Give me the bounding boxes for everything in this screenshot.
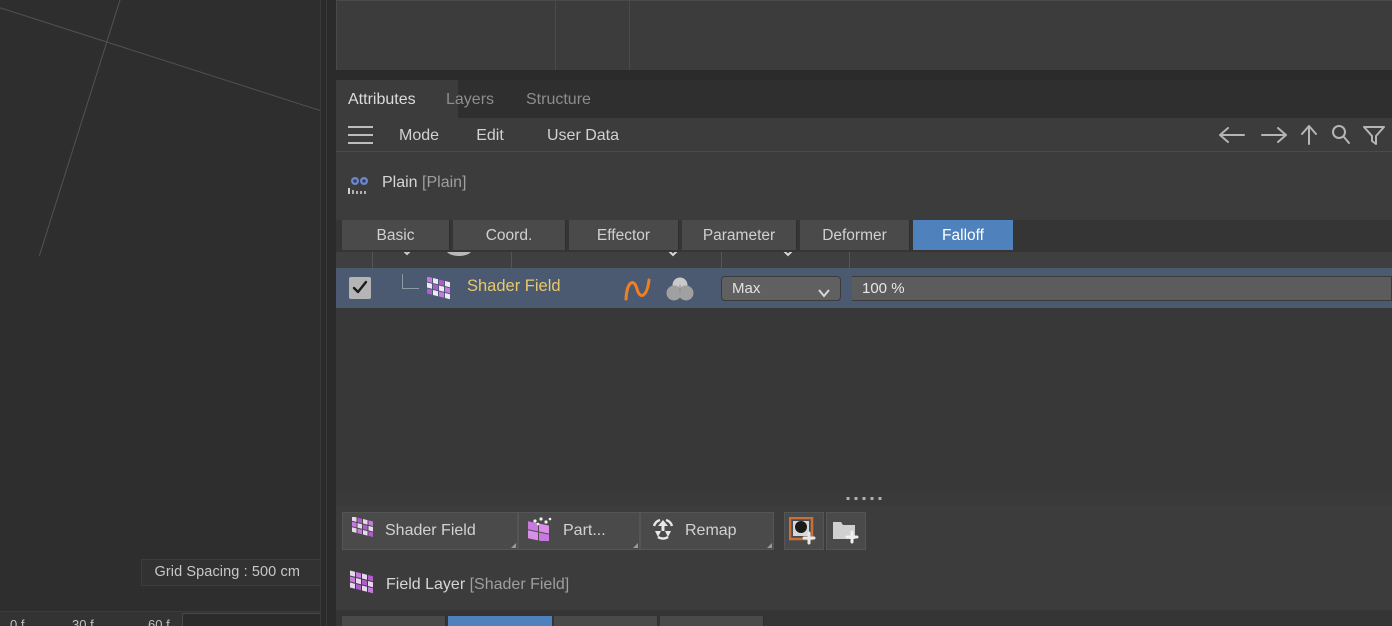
menu-edit[interactable]: Edit [462,118,518,152]
timeline-tick: 30 f [72,617,94,626]
button-label: Remap [685,522,737,539]
menu-mode[interactable]: Mode [386,118,452,152]
column-divider [721,252,722,268]
layer-tab-2[interactable] [448,616,552,626]
shader-field-icon [348,570,376,601]
submenu-corner-icon[interactable] [767,543,772,548]
object-type: [Plain] [422,174,467,191]
button-label: Part... [563,522,606,539]
add-particle-field-button[interactable]: Part... [518,512,640,550]
checkbox-checked-icon[interactable] [349,277,371,299]
add-folder-icon[interactable] [826,512,866,550]
tab-structure[interactable]: Structure [514,80,648,118]
param-tab-effector[interactable]: Effector [569,220,679,250]
field-list-clipped-row[interactable] [336,252,1392,269]
menu-user-data[interactable]: User Data [524,118,642,152]
viewport-3d[interactable]: Grid Spacing : 500 cm 0 f 30 f 60 f [0,0,320,626]
blend-mode-icon[interactable] [663,276,697,307]
panel-resize-handle[interactable] [336,492,1392,506]
shader-field-icon [425,276,453,306]
application-window: Grid Spacing : 500 cm 0 f 30 f 60 f Attr… [0,0,1392,626]
column-divider [372,252,373,268]
grid-spacing-label: Grid Spacing : 500 cm [141,559,320,586]
plain-effector-icon [348,176,372,196]
object-header-label: Plain [Plain] [382,174,467,192]
panel-tabstrip: Attributes Layers Structure [336,80,1392,118]
filter-icon[interactable] [1360,122,1388,148]
object-header: Plain [Plain] [336,152,1392,220]
hamburger-icon[interactable] [348,126,373,144]
timeline-field[interactable] [182,613,320,626]
table-row[interactable]: Shader Field Max 100 % [336,268,1392,308]
add-shader-field-button[interactable]: Shader Field [342,512,518,550]
field-layer-header-label: Field Layer [Shader Field] [386,576,569,594]
parameter-tabs: Basic Coord. Effector Parameter Deformer… [336,220,1392,252]
param-tab-basic[interactable]: Basic [342,220,450,250]
blend-mode-value: Max [732,280,761,297]
strength-value: 100 % [862,280,905,297]
layer-tab-4[interactable] [660,616,764,626]
layer-tab-3[interactable] [554,616,658,626]
param-tab-parameter[interactable]: Parameter [682,220,797,250]
blend-mode-select[interactable]: Max [721,276,841,301]
param-tab-falloff[interactable]: Falloff [913,220,1013,250]
column-divider [849,252,850,268]
remap-curve-icon[interactable] [623,275,653,308]
layer-type: [Shader Field] [469,576,570,593]
attributes-menubar: Mode Edit User Data [336,118,1392,152]
check-icon[interactable] [781,252,799,263]
attributes-nav-icons [1216,118,1388,152]
param-tab-deformer[interactable]: Deformer [800,220,910,250]
tree-hierarchy-line [402,274,419,289]
submenu-corner-icon[interactable] [633,543,638,548]
layer-tab-1[interactable] [342,616,446,626]
button-label: Shader Field [385,522,476,539]
particle-icon [527,516,555,546]
chevron-down-icon [817,285,831,303]
field-list[interactable]: Shader Field Max 100 % [336,252,1392,492]
object-manager-panel[interactable] [336,0,1392,71]
submenu-corner-icon[interactable] [511,543,516,548]
remap-icon [649,517,677,546]
table-row-label: Shader Field [467,277,561,295]
param-tab-coord[interactable]: Coord. [453,220,566,250]
arrow-up-icon[interactable] [1296,122,1322,148]
column-divider [555,1,556,71]
blend-icon[interactable] [446,252,472,256]
panel-gap [336,70,1392,80]
timeline-tick: 0 f [10,617,25,626]
timeline-strip[interactable]: 0 f 30 f 60 f [0,611,320,626]
chevron-down-icon[interactable] [398,252,416,263]
timeline-tick: 60 f [148,617,170,626]
grid-line [0,4,320,134]
column-divider [629,1,630,71]
search-icon[interactable] [1328,122,1354,148]
check-icon[interactable] [666,252,684,263]
panel-divider[interactable] [320,0,337,626]
layer-name: Field Layer [386,576,466,593]
attributes-panel: Attributes Layers Structure Mode Edit Us… [336,0,1392,626]
grid-line [38,0,130,257]
strength-input[interactable]: 100 % [852,276,1392,301]
column-divider [511,252,512,268]
object-name: Plain [382,174,418,191]
arrow-right-icon[interactable] [1256,122,1290,148]
arrow-left-icon[interactable] [1216,122,1250,148]
shader-field-icon [351,515,377,546]
add-field-icon[interactable] [784,512,824,550]
add-remap-button[interactable]: Remap [640,512,774,550]
field-layer-toolbar: Shader Field Part... Remap [336,506,1392,558]
field-layer-header: Field Layer [Shader Field] [336,558,1392,610]
layer-param-tabs [336,610,1392,626]
